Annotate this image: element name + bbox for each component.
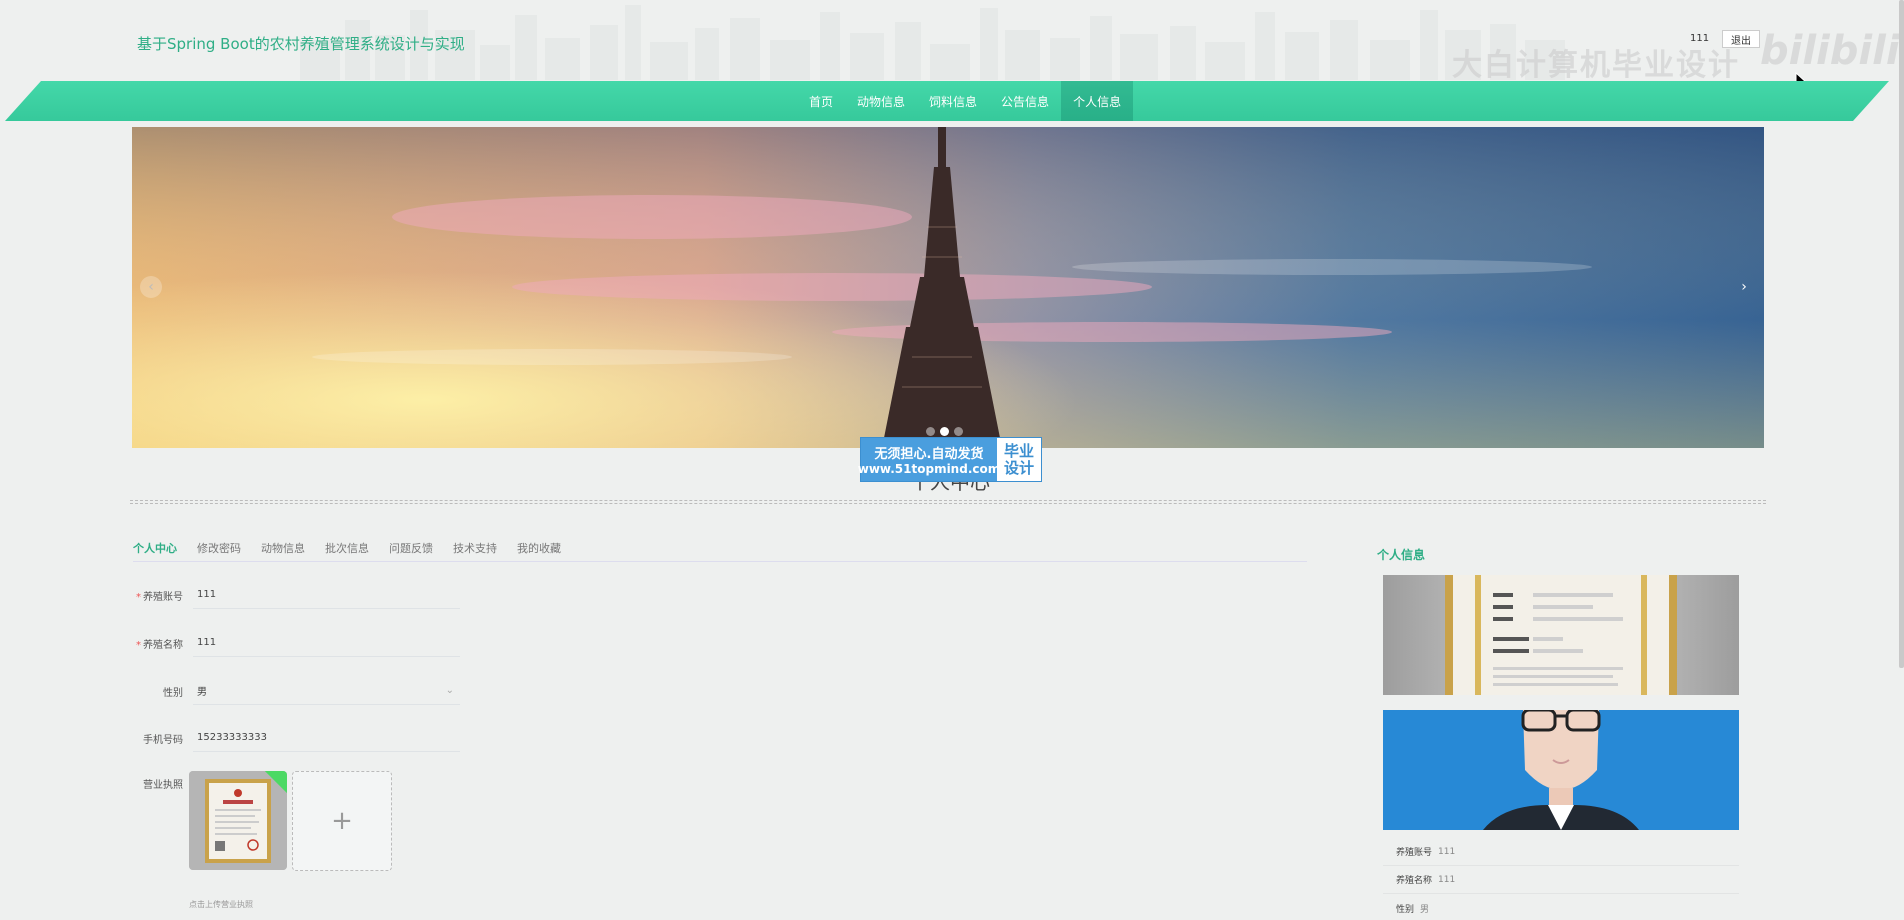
phone-input[interactable]: 15233333333 (193, 724, 460, 752)
name-input[interactable]: 111 (193, 629, 460, 657)
required-mark: * (136, 591, 141, 603)
license-label: 营业执照 (143, 780, 183, 791)
banner-image (132, 127, 1764, 448)
carousel-dot[interactable] (954, 427, 963, 436)
license-photo (1383, 575, 1739, 695)
phone-label: 手机号码 (143, 734, 183, 746)
carousel-dot[interactable] (940, 427, 949, 436)
gender-select[interactable]: 男 ⌄ (193, 677, 460, 705)
chevron-down-icon: ⌄ (445, 685, 454, 696)
avatar-photo (1383, 710, 1739, 830)
sidebar-info-gender: 性别 男 (1383, 894, 1739, 920)
tab-personal-center[interactable]: 个人中心 (133, 534, 177, 562)
form-row-phone: 手机号码 15233333333 (130, 724, 460, 752)
nav-item-home[interactable]: 首页 (797, 81, 845, 121)
tab-tech-support[interactable]: 技术支持 (453, 534, 497, 562)
carousel-prev-icon[interactable]: ‹ (140, 276, 162, 298)
sidebar-title: 个人信息 (1377, 548, 1426, 562)
gender-value: 男 (197, 687, 207, 698)
sidebar-gender-value: 男 (1420, 904, 1430, 915)
sidebar-account-label: 养殖账号 (1396, 848, 1433, 858)
upload-add-button[interactable]: + (292, 771, 392, 871)
nav-item-feed-info[interactable]: 饲料信息 (917, 81, 989, 121)
gender-label: 性别 (163, 687, 183, 699)
form-row-gender: 性别 男 ⌄ (130, 677, 460, 705)
promo-sticker: 无须担心.自动发货 www.51topmind.com 毕业 设计 (858, 437, 1042, 482)
promo-side-line2: 设计 (1003, 458, 1034, 477)
form-row-name: * 养殖名称 111 (130, 629, 460, 657)
sidebar-info-name: 养殖名称 111 (1383, 866, 1739, 894)
city-skyline-decoration (300, 5, 1565, 80)
sidebar-avatar-image (1383, 710, 1739, 830)
form-row-account: * 养殖账号 111 (130, 581, 460, 609)
watermark-text: 大白计算机毕业设计 (1452, 48, 1740, 83)
license-thumbnail[interactable] (189, 771, 287, 870)
banner-carousel[interactable] (132, 127, 1764, 448)
sidebar-name-label: 养殖名称 (1396, 876, 1433, 886)
bilibili-logo: bilibili (1760, 28, 1900, 74)
site-title: 基于Spring Boot的农村养殖管理系统设计与实现 (137, 35, 465, 53)
nav-item-personal-info[interactable]: 个人信息 (1061, 81, 1134, 121)
tab-animal-info[interactable]: 动物信息 (261, 534, 305, 562)
promo-right: 毕业 设计 (997, 438, 1041, 481)
account-input[interactable]: 111 (193, 581, 460, 609)
carousel-dot[interactable] (926, 427, 935, 436)
main-nav: 首页 动物信息 饲料信息 公告信息 个人信息 (797, 81, 1134, 121)
section-divider (130, 500, 1766, 504)
tab-favorites[interactable]: 我的收藏 (517, 534, 561, 562)
required-mark: * (136, 639, 141, 651)
promo-line1: 无须担心.自动发货 (874, 447, 984, 462)
license-image (189, 771, 287, 870)
carousel-dots (926, 427, 963, 436)
carousel-next-icon[interactable]: › (1733, 276, 1755, 298)
header: 基于Spring Boot的农村养殖管理系统设计与实现 大白计算机毕业设计 bi… (0, 0, 1904, 83)
upload-hint: 点击上传营业执照 (189, 900, 253, 909)
sidebar-license-image (1383, 575, 1739, 695)
nav-item-animal-info[interactable]: 动物信息 (845, 81, 917, 121)
name-label-text: 养殖名称 (143, 639, 183, 651)
promo-left: 无须担心.自动发货 www.51topmind.com (858, 438, 1000, 481)
tab-change-password[interactable]: 修改密码 (197, 534, 241, 562)
promo-line2: www.51topmind.com (857, 462, 1001, 476)
account-label-text: 养殖账号 (143, 591, 183, 603)
username: 111 (1690, 33, 1710, 44)
tab-feedback[interactable]: 问题反馈 (389, 534, 433, 562)
name-label: * 养殖名称 (130, 636, 183, 651)
nav-item-notice-info[interactable]: 公告信息 (989, 81, 1061, 121)
page-scrollbar[interactable] (1899, 0, 1904, 668)
account-label: * 养殖账号 (130, 588, 183, 603)
sidebar-gender-label: 性别 (1396, 904, 1415, 915)
sidebar-name-value: 111 (1438, 874, 1456, 885)
logout-button[interactable]: 退出 (1722, 30, 1760, 48)
sidebar-account-value: 111 (1438, 846, 1456, 857)
sidebar-info-account: 养殖账号 111 (1383, 838, 1739, 866)
profile-tabs: 个人中心 修改密码 动物信息 批次信息 问题反馈 技术支持 我的收藏 (133, 534, 1307, 562)
promo-side-line1: 毕业 (1003, 441, 1034, 460)
tab-batch-info[interactable]: 批次信息 (325, 534, 369, 562)
